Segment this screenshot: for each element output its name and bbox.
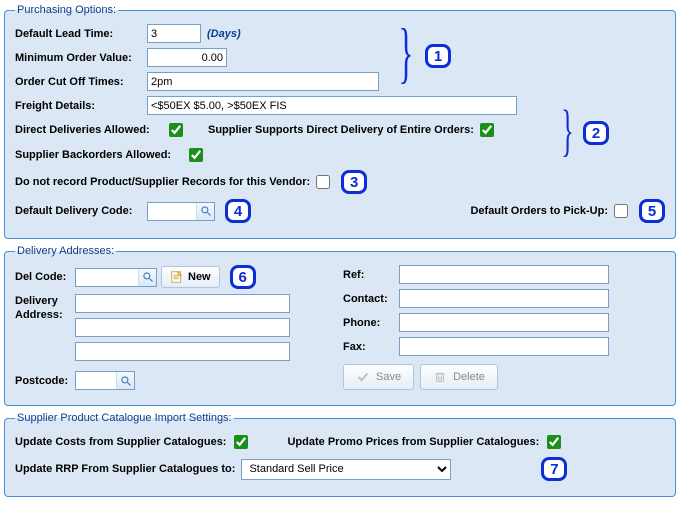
callout-4: 4 bbox=[225, 199, 251, 223]
default-delivery-code-lookup[interactable] bbox=[147, 202, 215, 221]
brace-1: } bbox=[398, 19, 413, 87]
callout-5: 5 bbox=[639, 199, 665, 223]
update-costs-label: Update Costs from Supplier Catalogues: bbox=[15, 436, 226, 448]
callout-6: 6 bbox=[230, 265, 256, 289]
catalogue-settings-legend: Supplier Product Catalogue Import Settin… bbox=[15, 412, 234, 424]
delete-button[interactable]: Delete bbox=[420, 364, 498, 390]
brace-2: } bbox=[561, 103, 573, 160]
contact-input[interactable] bbox=[399, 289, 609, 308]
default-lead-time-input[interactable] bbox=[147, 24, 201, 43]
save-button-label: Save bbox=[376, 371, 401, 383]
order-cutoff-label: Order Cut Off Times: bbox=[15, 76, 147, 88]
min-order-value-input[interactable] bbox=[147, 48, 227, 67]
update-promo-label: Update Promo Prices from Supplier Catalo… bbox=[287, 436, 539, 448]
delivery-address-line3[interactable] bbox=[75, 342, 290, 361]
purchasing-options-group: Purchasing Options: Default Lead Time: (… bbox=[4, 4, 676, 239]
fax-input[interactable] bbox=[399, 337, 609, 356]
new-button-label: New bbox=[188, 271, 211, 283]
freight-details-label: Freight Details: bbox=[15, 100, 147, 112]
ref-label: Ref: bbox=[343, 269, 399, 281]
order-cutoff-input[interactable] bbox=[147, 72, 379, 91]
no-record-label: Do not record Product/Supplier Records f… bbox=[15, 176, 310, 188]
delivery-addresses-legend: Delivery Addresses: bbox=[15, 245, 116, 257]
del-code-label: Del Code: bbox=[15, 271, 75, 283]
purchasing-options-legend: Purchasing Options: bbox=[15, 4, 118, 16]
default-lead-time-label: Default Lead Time: bbox=[15, 28, 147, 40]
postcode-label: Postcode: bbox=[15, 375, 75, 387]
callout-1: 1 bbox=[425, 44, 451, 68]
new-button[interactable]: New bbox=[161, 266, 220, 288]
freight-details-input[interactable] bbox=[147, 96, 517, 115]
del-code-input[interactable] bbox=[76, 269, 138, 286]
postcode-input[interactable] bbox=[76, 372, 116, 389]
delivery-addresses-group: Delivery Addresses: Del Code: New 6 bbox=[4, 245, 676, 406]
fax-label: Fax: bbox=[343, 341, 399, 353]
backorders-checkbox[interactable] bbox=[189, 148, 203, 162]
default-pickup-checkbox[interactable] bbox=[614, 204, 628, 218]
callout-2: 2 bbox=[583, 121, 609, 145]
search-icon[interactable] bbox=[196, 203, 214, 220]
callout-7: 7 bbox=[541, 457, 567, 481]
direct-deliveries-label: Direct Deliveries Allowed: bbox=[15, 124, 165, 136]
direct-deliveries-checkbox[interactable] bbox=[169, 123, 183, 137]
delivery-address-line2[interactable] bbox=[75, 318, 290, 337]
check-icon bbox=[356, 370, 370, 384]
del-code-lookup[interactable] bbox=[75, 268, 157, 287]
search-icon[interactable] bbox=[138, 269, 156, 286]
days-label: (Days) bbox=[207, 28, 241, 40]
save-button[interactable]: Save bbox=[343, 364, 414, 390]
supports-direct-delivery-label: Supplier Supports Direct Delivery of Ent… bbox=[208, 124, 474, 136]
delivery-address-line1[interactable] bbox=[75, 294, 290, 313]
new-icon bbox=[170, 270, 184, 284]
backorders-label: Supplier Backorders Allowed: bbox=[15, 149, 185, 161]
postcode-lookup[interactable] bbox=[75, 371, 135, 390]
delete-icon bbox=[433, 370, 447, 384]
phone-input[interactable] bbox=[399, 313, 609, 332]
default-pickup-label: Default Orders to Pick-Up: bbox=[470, 205, 608, 217]
update-costs-checkbox[interactable] bbox=[234, 435, 248, 449]
callout-3: 3 bbox=[341, 170, 367, 194]
update-rrp-label: Update RRP From Supplier Catalogues to: bbox=[15, 463, 235, 475]
ref-input[interactable] bbox=[399, 265, 609, 284]
search-icon[interactable] bbox=[116, 372, 134, 389]
delete-button-label: Delete bbox=[453, 371, 485, 383]
min-order-value-label: Minimum Order Value: bbox=[15, 52, 147, 64]
contact-label: Contact: bbox=[343, 293, 399, 305]
delivery-address-label: Delivery Address: bbox=[15, 294, 75, 323]
default-delivery-code-label: Default Delivery Code: bbox=[15, 205, 147, 217]
update-rrp-select[interactable]: Standard Sell Price bbox=[241, 459, 451, 480]
phone-label: Phone: bbox=[343, 317, 399, 329]
no-record-checkbox[interactable] bbox=[316, 175, 330, 189]
update-promo-checkbox[interactable] bbox=[547, 435, 561, 449]
supports-direct-delivery-checkbox[interactable] bbox=[480, 123, 494, 137]
default-delivery-code-input[interactable] bbox=[148, 203, 196, 220]
catalogue-settings-group: Supplier Product Catalogue Import Settin… bbox=[4, 412, 676, 497]
